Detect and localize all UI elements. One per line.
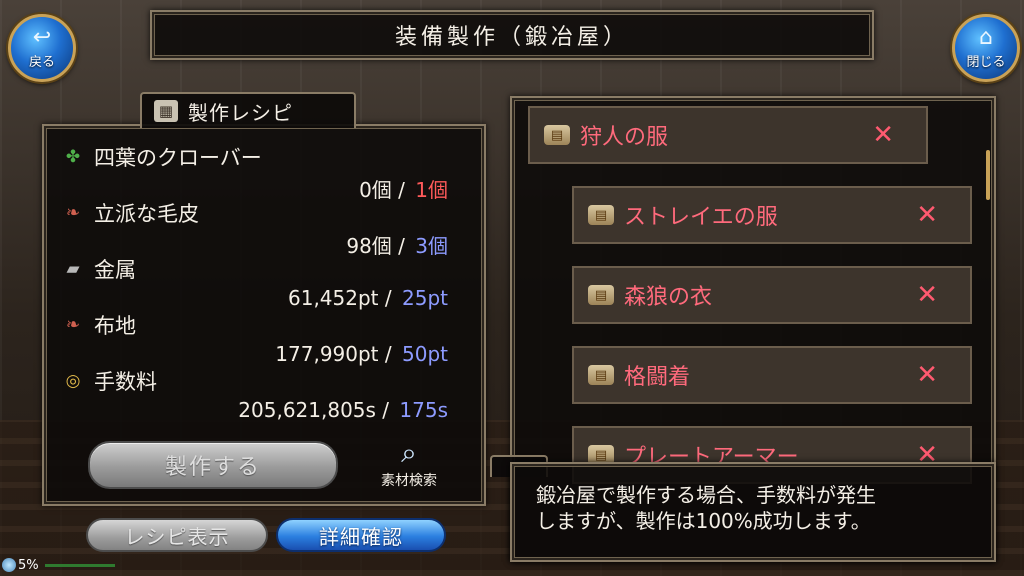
material-name: 立派な毛皮: [94, 202, 199, 226]
scroll-icon: ▤: [588, 285, 614, 305]
cannot-craft-icon: ✕: [916, 360, 938, 390]
material-search-label: 素材検索: [381, 473, 437, 489]
material-need: 25pt: [402, 286, 448, 310]
material-have: 205,621,805s: [238, 398, 376, 422]
recipe-book-icon: ▦: [154, 100, 178, 122]
back-arrow-icon: ↩: [32, 24, 52, 50]
material-name: 手数料: [94, 370, 157, 394]
scroll-icon: ▤: [588, 205, 614, 225]
material-name: 四葉のクローバー: [94, 146, 262, 170]
material-need: 175s: [399, 398, 448, 422]
recipe-panel-title: 製作レシピ: [188, 100, 293, 125]
recipe-name: 格闘着: [624, 365, 691, 390]
back-button[interactable]: ↩ 戻る: [8, 14, 76, 82]
recipe-name: 狩人の服: [580, 125, 669, 150]
status-indicator: 5%: [2, 556, 115, 574]
fur-icon: ❧: [65, 203, 81, 223]
clover-icon: ✤: [65, 147, 81, 167]
material-row: ✤ 四葉のクローバー 0個 / 1個: [60, 142, 460, 203]
material-row: ▰ 金属 61,452pt / 25pt: [60, 254, 460, 310]
craft-button[interactable]: 製作する: [88, 441, 338, 489]
page-title: 装備製作（鍛冶屋）: [394, 25, 629, 50]
recipe-list-item[interactable]: ▤ 格闘着 ✕: [572, 346, 972, 404]
close-button[interactable]: ⌂ 閉じる: [952, 14, 1020, 82]
status-percent: 5%: [18, 557, 39, 573]
detail-check-button[interactable]: 詳細確認: [276, 518, 446, 552]
recipe-name: ストレイエの服: [624, 205, 778, 230]
cannot-craft-icon: ✕: [872, 120, 894, 150]
recipe-list-item[interactable]: ▤ 森狼の衣 ✕: [572, 266, 972, 324]
material-name: 布地: [94, 314, 136, 338]
material-separator: /: [382, 398, 390, 422]
info-line: しますが、製作は100%成功します。: [536, 509, 871, 533]
recipe-name: 森狼の衣: [624, 285, 713, 310]
material-row: ◎ 手数料 205,621,805s / 175s: [60, 366, 460, 422]
material-have: 177,990pt: [275, 342, 379, 366]
back-label: 戻る: [28, 54, 55, 70]
metal-ingot-icon: ▰: [66, 259, 80, 279]
show-recipe-button[interactable]: レシピ表示: [86, 518, 268, 552]
material-search-button[interactable]: ⌕ 素材検索: [366, 436, 452, 500]
material-separator: /: [384, 286, 392, 310]
scroll-icon: ▤: [544, 125, 570, 145]
material-separator: /: [384, 342, 392, 366]
title-bar: 装備製作（鍛冶屋）: [150, 10, 874, 60]
scroll-icon: ▤: [588, 365, 614, 385]
info-line: 鍛冶屋で製作する場合、手数料が発生: [536, 483, 876, 507]
close-label: 閉じる: [966, 54, 1006, 70]
recipe-list-item[interactable]: ▤ ストレイエの服 ✕: [572, 186, 972, 244]
info-text: 鍛冶屋で製作する場合、手数料が発生 しますが、製作は100%成功します。: [536, 482, 986, 534]
cloth-icon: ❧: [65, 315, 81, 335]
status-orb-icon: [2, 558, 16, 572]
recipe-list-item[interactable]: ▤ 狩人の服 ✕: [528, 106, 928, 164]
magnifier-icon: ⌕: [401, 436, 417, 469]
cannot-craft-icon: ✕: [916, 200, 938, 230]
material-name: 金属: [94, 258, 136, 282]
home-icon: ⌂: [979, 24, 993, 50]
cannot-craft-icon: ✕: [916, 280, 938, 310]
recipe-panel-tab: ▦ 製作レシピ: [140, 92, 356, 128]
recipe-list-scrollbar[interactable]: [986, 150, 990, 200]
material-row: ❧ 立派な毛皮 98個 / 3個: [60, 198, 460, 259]
coins-icon: ◎: [65, 371, 81, 391]
material-have: 61,452pt: [288, 286, 379, 310]
material-need: 50pt: [402, 342, 448, 366]
status-bar: [44, 563, 115, 567]
material-row: ❧ 布地 177,990pt / 50pt: [60, 310, 460, 366]
